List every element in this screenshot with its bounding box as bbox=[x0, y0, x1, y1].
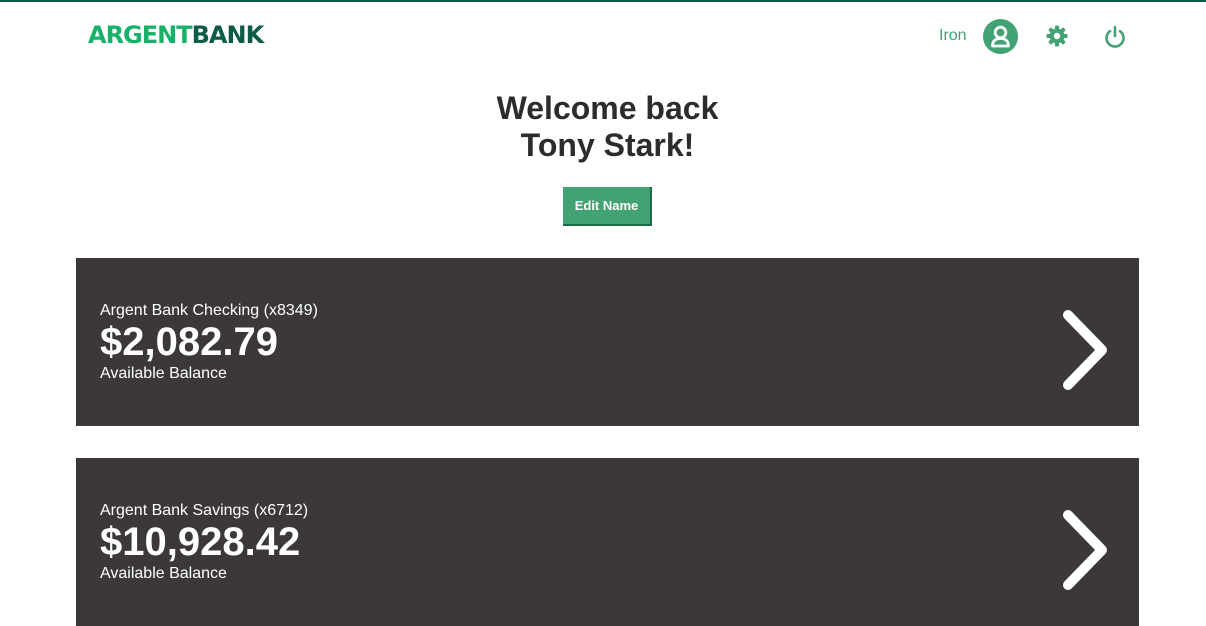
account-amount-description: Available Balance bbox=[100, 565, 227, 582]
user-first-name[interactable]: Iron bbox=[939, 26, 967, 46]
logo-part-bank: BANK bbox=[191, 21, 265, 49]
account-title: Argent Bank Checking (x8349) bbox=[100, 302, 318, 319]
power-icon[interactable] bbox=[1102, 24, 1128, 50]
argent-bank-logo[interactable]: ARGENTBANK bbox=[88, 20, 265, 50]
account-title: Argent Bank Savings (x6712) bbox=[100, 502, 309, 519]
chevron-right-icon[interactable] bbox=[1060, 310, 1110, 390]
welcome-line-1: Welcome back bbox=[496, 90, 719, 126]
user-avatar-icon[interactable] bbox=[983, 19, 1018, 54]
account-card-checking[interactable]: Argent Bank Checking (x8349) $2,082.79 A… bbox=[76, 258, 1139, 426]
gear-icon[interactable] bbox=[1045, 24, 1069, 48]
welcome-heading: Welcome back Tony Stark! bbox=[0, 90, 1206, 164]
edit-name-button[interactable]: Edit Name bbox=[563, 187, 652, 226]
account-card-savings[interactable]: Argent Bank Savings (x6712) $10,928.42 A… bbox=[76, 458, 1139, 626]
account-amount: $10,928.42 bbox=[100, 520, 301, 564]
chevron-right-icon[interactable] bbox=[1060, 510, 1110, 590]
account-amount: $2,082.79 bbox=[100, 320, 278, 364]
account-amount-description: Available Balance bbox=[100, 365, 227, 382]
navbar: ARGENTBANK Iron bbox=[0, 2, 1206, 70]
logo-part-argent: ARGENT bbox=[88, 21, 193, 49]
welcome-user-name: Tony Stark! bbox=[520, 127, 695, 163]
